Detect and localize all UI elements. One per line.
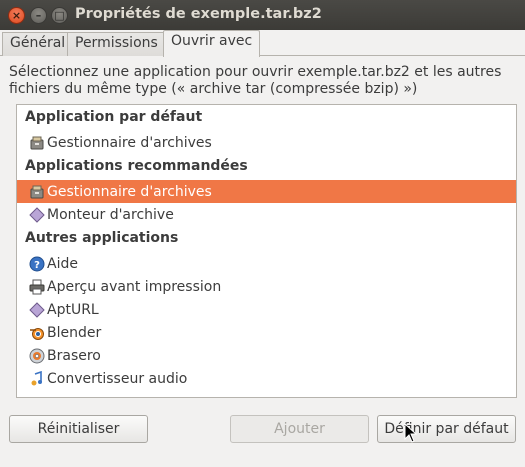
tab-open-with[interactable]: Ouvrir avec <box>163 30 261 57</box>
add-button[interactable]: Ajouter <box>230 415 369 443</box>
list-item-brasero[interactable]: Brasero <box>17 344 516 367</box>
blender-icon <box>29 325 45 341</box>
maximize-window-button[interactable]: □ <box>51 7 68 24</box>
tab-general[interactable]: Général <box>2 32 74 56</box>
description-text: Sélectionnez une application pour ouvrir… <box>9 64 502 97</box>
mouse-pointer-icon <box>404 423 418 443</box>
reset-button[interactable]: Réinitialiser <box>9 415 148 443</box>
list-item-label: Aide <box>47 255 78 272</box>
properties-dialog: × – □ Propriétés de exemple.tar.bz2 Géné… <box>0 0 525 467</box>
tab-permissions[interactable]: Permissions <box>67 32 166 56</box>
list-item-audio-converter[interactable]: Convertisseur audio <box>17 367 516 390</box>
archive-manager-icon <box>29 135 45 151</box>
minimize-window-button[interactable]: – <box>30 7 47 24</box>
tab-bar: Général Permissions Ouvrir avec <box>0 30 525 57</box>
list-item-label: Monteur d'archive <box>47 206 174 223</box>
close-window-button[interactable]: × <box>8 7 25 24</box>
section-default-application: Application par défaut <box>25 109 203 125</box>
archive-manager-icon <box>29 184 45 200</box>
list-item-label: Convertisseur audio <box>47 370 188 387</box>
print-preview-icon <box>29 279 45 295</box>
archive-mounter-icon <box>29 206 45 223</box>
set-default-button[interactable]: Définir par défaut <box>377 415 516 443</box>
section-other-applications: Autres applications <box>25 230 179 246</box>
list-item-label: AptURL <box>47 301 99 318</box>
list-item-blender[interactable]: Blender <box>17 321 516 344</box>
application-list[interactable]: Application par défaut Gestionnaire d'ar… <box>16 104 517 398</box>
list-item-apturl[interactable]: AptURL <box>17 298 516 321</box>
list-item-recommended-archive-manager[interactable]: Gestionnaire d'archives <box>17 180 516 203</box>
list-item-help[interactable]: ? Aide <box>17 252 516 275</box>
list-item-print-preview[interactable]: Aperçu avant impression <box>17 275 516 298</box>
list-item-default-archive-manager[interactable]: Gestionnaire d'archives <box>17 131 516 154</box>
svg-text:?: ? <box>34 260 40 271</box>
list-item-label: Brasero <box>47 347 101 364</box>
list-item-label: Aperçu avant impression <box>47 278 222 295</box>
minimize-icon: – <box>35 9 42 22</box>
maximize-icon: □ <box>54 9 65 22</box>
title-bar[interactable]: × – □ Propriétés de exemple.tar.bz2 <box>0 0 525 30</box>
brasero-icon <box>29 348 45 364</box>
list-item-archive-mounter[interactable]: Monteur d'archive <box>17 203 516 226</box>
window-title: Propriétés de exemple.tar.bz2 <box>75 6 322 22</box>
section-recommended-applications: Applications recommandées <box>25 158 248 174</box>
list-item-label: Blender <box>47 324 102 341</box>
apturl-icon <box>29 301 45 318</box>
list-item-label: Gestionnaire d'archives <box>47 134 212 151</box>
help-icon: ? <box>29 256 45 272</box>
list-item-label: Gestionnaire d'archives <box>47 183 212 200</box>
audio-converter-icon <box>29 370 45 387</box>
close-icon: × <box>11 9 22 22</box>
